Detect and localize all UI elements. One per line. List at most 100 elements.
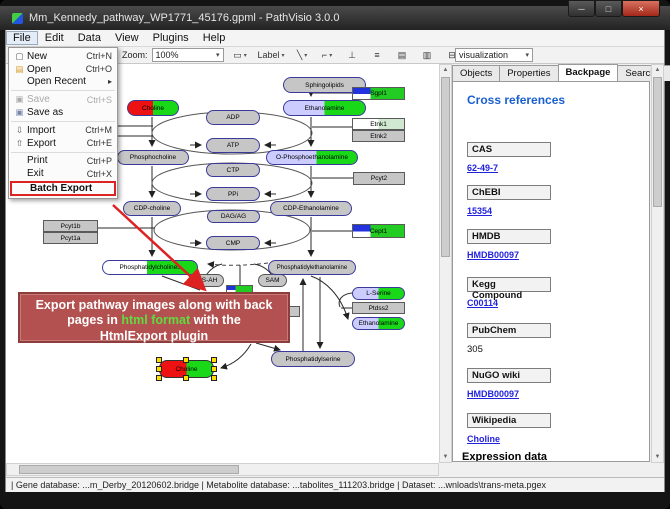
link-chebi[interactable]: 15354 [467,206,492,216]
close-button[interactable]: × [622,0,660,17]
selection-handle[interactable] [211,375,217,381]
selection-handle[interactable] [211,357,217,363]
expression-data-heading: Expression data [462,451,547,462]
menu-help[interactable]: Help [196,31,233,45]
chevron-down-icon: ▾ [212,51,220,59]
node-ppi[interactable]: PPi [206,187,260,201]
node-o-phosphoethanolamine[interactable]: O-Phosphoethanolamine [266,150,358,165]
menu-item-save-as[interactable]: ▣ Save as [9,106,117,119]
datanode-tool-button[interactable]: ▭▾ [232,48,249,63]
align-center-icon: ⊥ [348,50,356,61]
node-phosphatidylethanolamine[interactable]: Phosphatidylethanolamine [268,260,356,275]
maximize-button[interactable]: □ [595,0,622,17]
line-tool-button[interactable]: ╲▾ [294,48,311,63]
tab-properties[interactable]: Properties [499,65,558,81]
side-panel-tabs: Objects Properties Backpage Search Legen… [452,64,670,81]
scroll-thumb[interactable] [653,77,662,207]
menu-item-new[interactable]: ▢ New Ctrl+N [9,50,117,63]
stack-vertical-button[interactable]: ▤ [394,48,411,63]
menu-item-batch-export[interactable]: Batch Export [10,181,116,196]
align-middle-button[interactable]: ≡ [369,48,386,63]
node-cdp-choline[interactable]: CDP-choline [123,201,181,216]
node-choline[interactable]: Choline [127,100,179,116]
line-icon: ╲ [297,50,302,61]
label-tool-button[interactable]: Label▾ [257,48,286,63]
chevron-down-icon: ▾ [329,52,332,59]
link-cas[interactable]: 62-49-7 [467,163,498,173]
node-dag-ag[interactable]: DAG/AG [207,210,260,223]
gene-sgpl1[interactable]: Sgpl1 [352,87,405,100]
selection-handle[interactable] [156,366,162,372]
scroll-thumb[interactable] [19,465,239,474]
section-header-chebi: ChEBI [467,185,551,200]
align-middle-icon: ≡ [374,50,379,60]
link-kegg[interactable]: C00114 [467,298,498,308]
selection-handle[interactable] [156,375,162,381]
menu-item-open[interactable]: ▤ Open Ctrl+O [9,63,117,76]
link-hmdb[interactable]: HMDB00097 [467,250,519,260]
menu-data[interactable]: Data [71,31,108,45]
section-header-hmdb: HMDB [467,229,551,244]
annotation-callout: Export pathway images along with back pa… [18,292,290,343]
connector-icon: ⌐ [322,50,327,60]
cross-references-heading: Cross references [467,93,565,107]
minimize-button[interactable]: ─ [568,0,595,17]
gene-cept1[interactable]: Cept1 [352,224,405,238]
menu-plugins[interactable]: Plugins [146,31,196,45]
chevron-down-icon: ▾ [304,52,307,59]
node-adp[interactable]: ADP [206,110,260,125]
callout-line2: pages in html format with the [20,313,288,328]
node-phosphocholine[interactable]: Phosphocholine [117,150,189,165]
node-ethanolamine[interactable]: Ethanolamine [283,100,366,116]
gene-pcyt1a[interactable]: Pcyt1a [43,232,98,244]
scroll-up-icon[interactable]: ▲ [440,67,451,73]
node-phosphatidylserine[interactable]: Phosphatidylserine [271,351,355,367]
menu-file[interactable]: File [6,31,38,45]
selection-handle[interactable] [156,357,162,363]
node-phosphatidylcholines[interactable]: Phosphatidylcholines [102,260,198,275]
scroll-up-icon[interactable]: ▲ [652,67,663,73]
gene-ptdss2[interactable]: Ptdss2 [352,302,405,314]
chevron-down-icon: ▾ [244,52,247,59]
selection-handle[interactable] [183,357,189,363]
section-header-cas: CAS [467,142,551,157]
menu-item-exit[interactable]: Exit Ctrl+X [9,167,117,180]
menu-edit[interactable]: Edit [38,31,71,45]
app-icon [12,13,23,24]
node-ctp[interactable]: CTP [206,163,260,177]
menu-item-save: ▣ Save Ctrl+S [9,93,117,106]
gene-pcyt1b[interactable]: Pcyt1b [43,220,98,232]
scroll-thumb[interactable] [441,77,450,257]
canvas-vertical-scrollbar[interactable]: ▲ ▼ [439,64,452,463]
menu-item-import[interactable]: ⇩ Import Ctrl+M [9,124,117,137]
node-cdp-ethanolamine[interactable]: CDP-Ethanolamine [270,201,352,216]
scroll-down-icon[interactable]: ▼ [440,454,451,460]
node-sah[interactable]: S-AH [195,274,224,287]
node-l-serine[interactable]: L-Serine [352,287,405,300]
tab-backpage[interactable]: Backpage [558,64,619,81]
selection-handle[interactable] [183,375,189,381]
stack-horizontal-button[interactable]: ▥ [419,48,436,63]
tab-objects[interactable]: Objects [452,65,500,81]
panel-vertical-scrollbar[interactable]: ▲ ▼ [651,64,664,463]
zoom-combobox[interactable]: 100% ▾ [152,48,224,62]
gene-pcyt2[interactable]: Pcyt2 [353,172,405,185]
gene-etnk2[interactable]: Etnk2 [352,130,405,142]
scroll-down-icon[interactable]: ▼ [652,454,663,460]
menu-view[interactable]: View [108,31,146,45]
align-center-button[interactable]: ⊥ [344,48,361,63]
node-ethanolamine-bottom[interactable]: Ethanolamine [352,317,405,330]
menu-item-open-recent[interactable]: Open Recent ▸ [9,76,117,89]
selection-handle[interactable] [211,366,217,372]
gene-etnk1[interactable]: Etnk1 [352,118,405,130]
node-cmp[interactable]: CMP [206,236,260,250]
node-sam[interactable]: SAM [258,274,287,287]
node-atp[interactable]: ATP [206,138,260,153]
link-wikipedia[interactable]: Choline [467,434,500,444]
canvas-horizontal-scrollbar[interactable] [6,463,439,476]
link-nugo[interactable]: HMDB00097 [467,389,519,399]
menu-item-export[interactable]: ⇧ Export Ctrl+E [9,137,117,150]
menu-item-print[interactable]: Print Ctrl+P [9,155,117,168]
visualization-combobox[interactable]: visualization ▾ [455,48,533,62]
connector-tool-button[interactable]: ⌐▾ [319,48,336,63]
